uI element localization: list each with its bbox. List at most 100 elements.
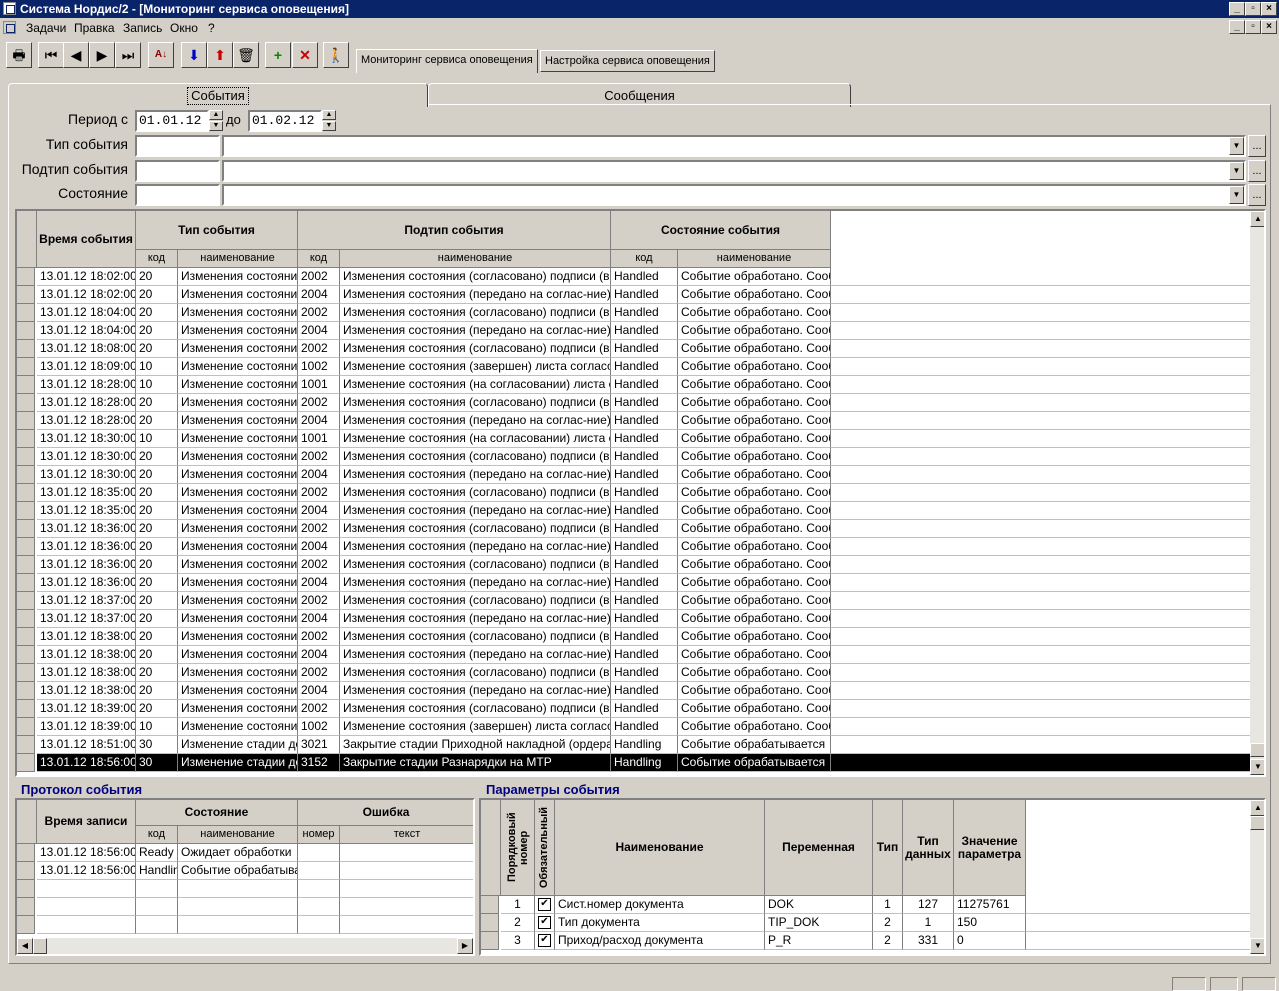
row-indicator[interactable] [17, 646, 35, 664]
cell-type[interactable]: 1 [873, 896, 903, 914]
cell-state-code[interactable]: Handled [611, 718, 678, 736]
cell-time[interactable]: 13.01.12 18:28:00 [37, 394, 136, 412]
event-subtype-browse-button[interactable]: ... [1248, 160, 1266, 182]
cell-filler[interactable] [831, 700, 1250, 718]
header-protocol-code[interactable]: код [136, 826, 178, 844]
cell-type-code[interactable]: 20 [136, 646, 178, 664]
cell-time[interactable]: 13.01.12 18:08:00 [37, 340, 136, 358]
scroll-left-icon[interactable]: ◀ [17, 938, 33, 954]
cell-datatype[interactable]: 1 [903, 914, 954, 932]
cell-type-name[interactable]: Изменения состояния [178, 502, 298, 520]
cell-subtype-code[interactable]: 1001 [298, 376, 340, 394]
cell-state-code[interactable]: Handled [611, 412, 678, 430]
cell-protocol-code[interactable] [136, 898, 178, 916]
cell-state-code[interactable]: Handled [611, 538, 678, 556]
cell-filler[interactable] [831, 340, 1250, 358]
row-indicator[interactable] [17, 286, 35, 304]
row-indicator[interactable] [17, 358, 35, 376]
cell-state-code[interactable]: Handled [611, 574, 678, 592]
header-time[interactable]: Время события [37, 211, 136, 268]
cell-filler[interactable] [831, 502, 1250, 520]
cell-record-time[interactable]: 13.01.12 18:56:00 [37, 862, 136, 880]
chevron-down-icon[interactable]: ▼ [1229, 162, 1244, 180]
cell-state-code[interactable]: Handled [611, 340, 678, 358]
tab-events[interactable]: События [8, 83, 428, 107]
cell-type-code[interactable]: 20 [136, 592, 178, 610]
cell-type-name[interactable]: Изменения состояния [178, 628, 298, 646]
cell-filler[interactable] [831, 376, 1250, 394]
cell-protocol-name[interactable] [178, 880, 298, 898]
cell-filler[interactable] [831, 718, 1250, 736]
cell-state-code[interactable]: Handled [611, 466, 678, 484]
cell-state-code[interactable]: Handled [611, 520, 678, 538]
cell-state-code[interactable]: Handled [611, 322, 678, 340]
cell-state-name[interactable]: Событие обработано. Сообщение [678, 646, 831, 664]
cell-protocol-name[interactable]: Событие обрабатывается [178, 862, 298, 880]
header-protocol-name[interactable]: наименование [178, 826, 298, 844]
cell-state-name[interactable]: Событие обработано. Сообщение [678, 574, 831, 592]
cell-subtype-name[interactable]: Закрытие стадии Приходной накладной (орд… [340, 736, 611, 754]
scroll-down-icon[interactable]: ▼ [1250, 938, 1264, 954]
cell-subtype-name[interactable]: Изменения состояния (передано на соглас-… [340, 412, 611, 430]
cell-state-code[interactable]: Handled [611, 286, 678, 304]
delete-record-icon[interactable]: ✕ [292, 42, 318, 68]
cell-param-name[interactable]: Приход/расход документа [555, 932, 765, 950]
params-vscroll[interactable]: ▲ ▼ [1250, 800, 1264, 954]
row-indicator[interactable] [17, 538, 35, 556]
cell-type-name[interactable]: Изменения состояния [178, 664, 298, 682]
cell-filler[interactable] [831, 358, 1250, 376]
cell-state-name[interactable]: Событие обработано. Сообщение [678, 412, 831, 430]
cell-subtype-code[interactable]: 2004 [298, 412, 340, 430]
cell-time[interactable]: 13.01.12 18:02:00 [37, 268, 136, 286]
cell-type-name[interactable]: Изменения состояния [178, 700, 298, 718]
cell-datatype[interactable]: 127 [903, 896, 954, 914]
cell-filler[interactable] [831, 628, 1250, 646]
cell-type-code[interactable]: 10 [136, 376, 178, 394]
cell-subtype-name[interactable]: Изменения состояния (передано на соглас-… [340, 322, 611, 340]
cell-subtype-code[interactable]: 2002 [298, 484, 340, 502]
row-indicator[interactable] [17, 412, 35, 430]
cell-subtype-name[interactable]: Изменения состояния (передано на соглас-… [340, 574, 611, 592]
cell-record-time[interactable]: 13.01.12 18:56:00 [37, 844, 136, 862]
row-indicator[interactable] [17, 592, 35, 610]
cell-type-name[interactable]: Изменения состояния [178, 592, 298, 610]
cell-subtype-name[interactable]: Изменения состояния (согласовано) подпис… [340, 628, 611, 646]
minimize-button[interactable]: _ [1229, 2, 1245, 16]
header-error[interactable]: Ошибка [298, 800, 473, 826]
period-from-input[interactable]: 01.01.12 [135, 110, 209, 132]
cell-variable[interactable]: DOK [765, 896, 873, 914]
cell-type-code[interactable]: 30 [136, 736, 178, 754]
cell-type-name[interactable]: Изменения состояния [178, 610, 298, 628]
cell-state-name[interactable]: Событие обработано. Сообщение [678, 700, 831, 718]
row-indicator[interactable] [17, 502, 35, 520]
cell-value[interactable]: 150 [954, 914, 1026, 932]
scroll-thumb[interactable] [33, 938, 47, 954]
cell-protocol-code[interactable]: Handling [136, 862, 178, 880]
cell-time[interactable]: 13.01.12 18:04:00 [37, 322, 136, 340]
header-type-code[interactable]: код [136, 250, 178, 268]
cell-subtype-name[interactable]: Изменения состояния (передано на соглас-… [340, 682, 611, 700]
row-indicator[interactable] [17, 304, 35, 322]
state-code-input[interactable] [135, 184, 220, 206]
cell-state-name[interactable]: Событие обработано. Сообщение [678, 286, 831, 304]
cell-state-code[interactable]: Handled [611, 304, 678, 322]
cell-time[interactable]: 13.01.12 18:56:00 [37, 754, 136, 772]
cell-type-code[interactable]: 20 [136, 574, 178, 592]
row-indicator[interactable] [17, 898, 35, 916]
cell-subtype-name[interactable]: Изменения состояния (согласовано) подпис… [340, 340, 611, 358]
cell-state-code[interactable]: Handled [611, 592, 678, 610]
cell-type-code[interactable]: 20 [136, 538, 178, 556]
cell-subtype-name[interactable]: Изменения состояния (передано на соглас-… [340, 286, 611, 304]
cell-type-name[interactable]: Изменения состояния [178, 574, 298, 592]
row-indicator[interactable] [17, 394, 35, 412]
cell-type-name[interactable]: Изменение состояния [178, 358, 298, 376]
cell-state-code[interactable]: Handled [611, 700, 678, 718]
event-type-browse-button[interactable]: ... [1248, 135, 1266, 157]
cell-time[interactable]: 13.01.12 18:04:00 [37, 304, 136, 322]
cell-state-name[interactable]: Событие обработано. Сообщение [678, 628, 831, 646]
cell-error-number[interactable] [298, 898, 340, 916]
row-indicator[interactable] [17, 322, 35, 340]
period-to-input[interactable]: 01.02.12 [248, 110, 322, 132]
cell-state-name[interactable]: Событие обработано. Сообщение [678, 502, 831, 520]
cell-type-name[interactable]: Изменения состояния [178, 304, 298, 322]
